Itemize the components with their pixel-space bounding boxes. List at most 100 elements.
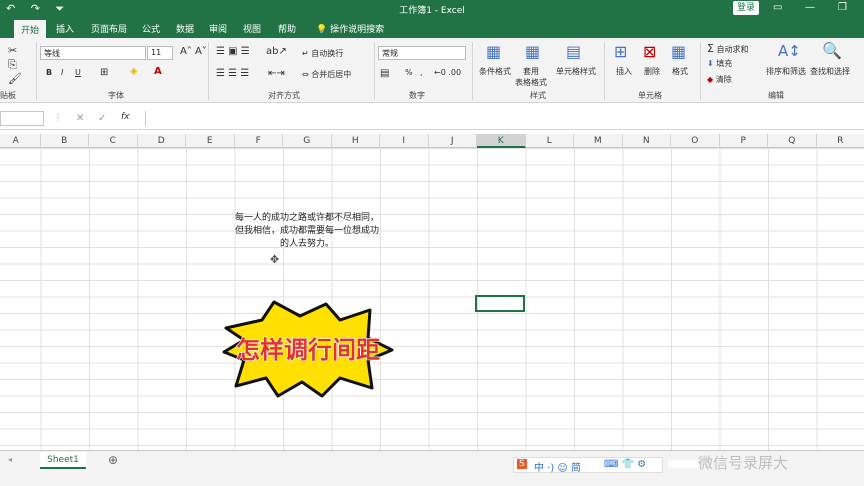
- column-header-j[interactable]: J: [429, 134, 477, 148]
- column-header-i[interactable]: I: [380, 134, 429, 148]
- indent-icon[interactable]: ⇤⇥: [268, 68, 285, 79]
- tab-help[interactable]: 帮助: [278, 22, 296, 35]
- italic-button[interactable]: I: [61, 68, 63, 77]
- tab-view[interactable]: 视图: [243, 22, 261, 35]
- align-left-icon[interactable]: ☰ ☰ ☰: [216, 68, 249, 79]
- sort-filter-button[interactable]: 排序和筛选: [766, 66, 806, 77]
- clear-label: 清除: [715, 75, 732, 84]
- column-header-c[interactable]: C: [89, 134, 138, 148]
- column-header-k[interactable]: K: [477, 134, 526, 148]
- minimize-icon[interactable]: —: [805, 2, 815, 13]
- banner-burst[interactable]: 怎样调行间距: [222, 298, 394, 400]
- sort-filter-icon[interactable]: A↕: [778, 42, 801, 60]
- column-header-e[interactable]: E: [186, 134, 235, 148]
- column-header-a[interactable]: A: [0, 134, 41, 148]
- column-header-f[interactable]: F: [235, 134, 283, 148]
- format-table-icon[interactable]: ▦: [525, 42, 540, 61]
- column-header-g[interactable]: G: [283, 134, 332, 148]
- ime-toolbar[interactable]: S 中 ·) ☺ 简 ⌨ 👕 ⚙: [513, 457, 663, 474]
- insert-function-button[interactable]: fx: [121, 112, 130, 122]
- formula-input[interactable]: [145, 111, 864, 126]
- merge-center-button[interactable]: ⇔ 合并后居中: [302, 69, 351, 80]
- conditional-format-icon[interactable]: ▦: [486, 42, 501, 61]
- column-header-n[interactable]: N: [623, 134, 671, 148]
- find-select-button[interactable]: 查找和选择: [810, 66, 850, 77]
- font-name-select[interactable]: 等线: [40, 46, 146, 60]
- name-box[interactable]: [0, 111, 44, 126]
- scroll-left-icon[interactable]: ◂: [8, 455, 12, 464]
- underline-button[interactable]: U: [75, 68, 81, 77]
- fill-label: 填充: [716, 59, 733, 68]
- restore-icon[interactable]: ❐: [838, 2, 847, 13]
- column-header-l[interactable]: L: [526, 134, 574, 148]
- percent-button[interactable]: %: [405, 68, 413, 77]
- font-size-select[interactable]: 11: [147, 46, 173, 60]
- autosum-label: 自动求和: [716, 45, 749, 54]
- insert-cells-icon[interactable]: ⊞: [614, 42, 627, 61]
- tab-home[interactable]: 开始: [14, 20, 47, 38]
- font-color-icon[interactable]: A: [154, 66, 162, 77]
- cut-icon[interactable]: ✂: [8, 44, 17, 57]
- tell-me-search[interactable]: 💡 操作说明搜索: [316, 22, 384, 35]
- align-top-icon[interactable]: ☰ ▣ ☰: [216, 46, 250, 57]
- orientation-icon[interactable]: ab↗: [266, 46, 287, 57]
- sheet-tab[interactable]: Sheet1: [40, 452, 86, 469]
- ribbon-display-icon[interactable]: ▭: [773, 2, 782, 13]
- format-cells-icon[interactable]: ▦: [671, 42, 686, 61]
- delete-button[interactable]: 删除: [644, 66, 660, 77]
- eraser-icon: ◆: [707, 75, 714, 84]
- tab-insert[interactable]: 插入: [56, 22, 74, 35]
- conditional-format-button[interactable]: 条件格式: [479, 66, 511, 77]
- tab-formulas[interactable]: 公式: [142, 22, 160, 35]
- number-format-select[interactable]: 常规: [378, 46, 466, 60]
- cell-styles-button[interactable]: 单元格样式: [556, 66, 596, 77]
- enter-icon[interactable]: ✓: [98, 113, 106, 124]
- selected-cell[interactable]: [475, 295, 525, 312]
- find-search-icon[interactable]: 🔍: [822, 41, 842, 60]
- group-font: 字体: [108, 91, 124, 100]
- format-painter-icon[interactable]: 🖌: [8, 72, 22, 85]
- text-box[interactable]: 每一人的成功之路或许都不尽相同，但我相信，成功都需要每一位想成功的人去努力。: [234, 212, 380, 251]
- format-button[interactable]: 格式: [672, 66, 688, 77]
- watermark: 微信号录屏大: [698, 454, 789, 472]
- tab-data[interactable]: 数据: [176, 22, 194, 35]
- column-header-b[interactable]: B: [41, 134, 89, 148]
- autosum-button[interactable]: Σ 自动求和: [707, 42, 749, 55]
- more-options-icon: ⋮: [54, 113, 62, 122]
- cell-styles-icon[interactable]: ▤: [566, 42, 581, 61]
- currency-icon[interactable]: ▤: [380, 68, 389, 79]
- login-button[interactable]: 登录: [733, 1, 759, 15]
- clear-button[interactable]: ◆ 清除: [707, 74, 732, 85]
- comma-button[interactable]: ,: [420, 68, 423, 77]
- column-header-m[interactable]: M: [574, 134, 623, 148]
- grow-font-icon[interactable]: A˄ A˅: [180, 46, 207, 57]
- insert-button[interactable]: 插入: [616, 66, 632, 77]
- column-header-p[interactable]: P: [720, 134, 768, 148]
- title-bar: ↶ ↷ ⏷ 工作簿1 - Excel 登录 ▭ — ❐: [0, 0, 864, 19]
- wrap-text-icon: ↵: [302, 49, 309, 58]
- fill-button[interactable]: ⬇ 填充: [707, 58, 732, 69]
- group-alignment: 对齐方式: [268, 91, 300, 100]
- bold-button[interactable]: B: [46, 68, 52, 77]
- wrap-text-button[interactable]: ↵ 自动换行: [302, 48, 343, 59]
- tab-page-layout[interactable]: 页面布局: [91, 22, 127, 35]
- cancel-icon[interactable]: ✕: [76, 113, 84, 124]
- column-header-r[interactable]: R: [817, 134, 864, 148]
- column-header-o[interactable]: O: [671, 134, 720, 148]
- delete-cells-icon[interactable]: ⊠: [643, 42, 656, 61]
- format-table-button[interactable]: 套用 表格格式: [515, 66, 547, 88]
- decimal-icon[interactable]: ←0 .00: [434, 68, 461, 77]
- add-sheet-button[interactable]: ⊕: [108, 453, 118, 467]
- tab-review[interactable]: 审阅: [209, 22, 227, 35]
- fill-color-icon[interactable]: ◈: [130, 66, 138, 77]
- column-header-q[interactable]: Q: [768, 134, 817, 148]
- separator: [36, 42, 37, 100]
- ime-mode: 中 ·) ☺ 简: [534, 463, 582, 474]
- worksheet-grid[interactable]: [0, 148, 864, 450]
- separator: [374, 42, 375, 100]
- column-header-h[interactable]: H: [332, 134, 380, 148]
- scrollbar[interactable]: [668, 460, 698, 468]
- borders-icon[interactable]: ⊞: [100, 67, 108, 78]
- column-header-d[interactable]: D: [138, 134, 186, 148]
- copy-icon[interactable]: ⎘: [8, 58, 17, 72]
